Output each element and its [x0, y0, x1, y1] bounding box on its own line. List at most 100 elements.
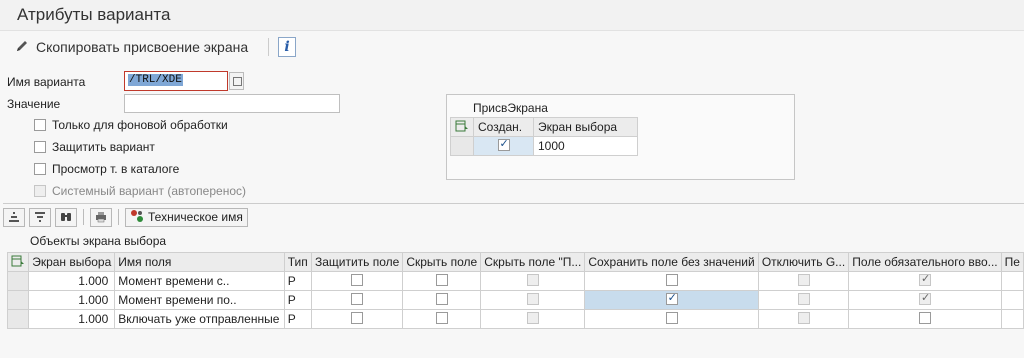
- table-row[interactable]: 1.000 Момент времени по.. P: [6, 290, 1024, 310]
- background-only-label: Только для фоновой обработки: [52, 118, 228, 132]
- catalog-view-option[interactable]: Просмотр т. в каталоге: [34, 162, 179, 176]
- copy-screen-assignment-button[interactable]: Скопировать присвоение экрана: [14, 37, 248, 57]
- variant-name-input[interactable]: /TRL/XDE: [124, 71, 228, 91]
- application-toolbar: Скопировать присвоение экрана i: [0, 32, 1024, 62]
- required-field-cell: [848, 290, 1002, 310]
- protect-variant-option[interactable]: Защитить вариант: [34, 140, 155, 154]
- selection-screen-cell[interactable]: 1.000: [28, 290, 116, 310]
- selection-screen-cell[interactable]: 1.000: [28, 309, 116, 329]
- variant-name-value: /TRL/XDE: [128, 74, 183, 86]
- variant-name-label: Имя варианта: [7, 75, 86, 89]
- value-input[interactable]: [124, 94, 340, 113]
- page-title: Атрибуты варианта: [17, 5, 171, 24]
- save-without-values-checkbox[interactable]: [665, 311, 678, 324]
- hide-field-cell[interactable]: [402, 271, 482, 291]
- created-checkbox[interactable]: [497, 137, 510, 151]
- truncated-cell: [1000, 309, 1024, 329]
- system-variant-option: Системный вариант (автоперенос): [34, 184, 246, 198]
- background-only-checkbox[interactable]: [34, 119, 46, 131]
- protect-field-cell[interactable]: [310, 271, 404, 291]
- hide-field-cell[interactable]: [402, 309, 482, 329]
- truncated-cell: [1000, 290, 1024, 310]
- row-selector[interactable]: [6, 290, 30, 310]
- copy-screen-assignment-label: Скопировать присвоение экрана: [36, 39, 249, 55]
- column-header-disable-g[interactable]: Отключить G...: [757, 252, 850, 272]
- truncated-cell: [1000, 271, 1024, 291]
- required-field-cell[interactable]: [848, 309, 1002, 329]
- selection-objects-table: Экран выбора Имя поля Тип Защитить поле …: [6, 252, 1024, 329]
- grid-toolbar-separator: [118, 209, 119, 225]
- protect-field-checkbox[interactable]: [351, 311, 364, 324]
- print-icon[interactable]: [90, 207, 112, 227]
- value-help-icon[interactable]: [229, 72, 244, 90]
- save-without-values-checkbox[interactable]: [665, 292, 678, 305]
- save-without-values-checkbox[interactable]: [665, 273, 678, 286]
- disable-g-checkbox: [797, 292, 810, 305]
- type-cell[interactable]: P: [283, 290, 312, 310]
- hide-field-p-checkbox: [526, 311, 539, 324]
- disable-g-cell: [757, 309, 850, 329]
- column-header-selection-screen[interactable]: Экран выбора: [28, 252, 116, 272]
- find-icon[interactable]: [55, 207, 77, 227]
- technical-name-button[interactable]: Техническое имя: [125, 207, 248, 227]
- column-header-hide-field-p[interactable]: Скрыть поле "П...: [480, 252, 586, 272]
- created-column-header[interactable]: Создан.: [473, 117, 534, 137]
- selection-screen-cell[interactable]: 1.000: [28, 271, 116, 291]
- hide-field-p-checkbox: [526, 273, 539, 286]
- required-field-cell: [848, 271, 1002, 291]
- protect-variant-checkbox[interactable]: [34, 141, 46, 153]
- created-cell[interactable]: [473, 136, 534, 156]
- hide-field-checkbox[interactable]: [435, 273, 448, 286]
- pencil-icon: [14, 38, 30, 57]
- disable-g-checkbox: [797, 273, 810, 286]
- row-selector[interactable]: [450, 136, 474, 156]
- table-row[interactable]: 1.000 Момент времени с.. P: [6, 271, 1024, 291]
- protect-field-cell[interactable]: [310, 309, 404, 329]
- system-variant-label: Системный вариант (автоперенос): [52, 184, 246, 198]
- screen-assignment-caption: ПрисвЭкрана: [473, 101, 548, 115]
- disable-g-checkbox: [797, 311, 810, 324]
- save-without-values-cell[interactable]: [584, 271, 759, 291]
- sort-descending-icon[interactable]: [29, 207, 51, 227]
- technical-name-icon: [130, 209, 144, 226]
- field-name-cell[interactable]: Момент времени по..: [114, 290, 285, 310]
- screen-assignment-panel: ПрисвЭкрана Создан. Экран выбора 1000: [446, 94, 795, 180]
- table-settings-icon[interactable]: [6, 252, 30, 272]
- selection-screen-column-header[interactable]: Экран выбора: [533, 117, 638, 137]
- table-row[interactable]: 1.000 Включать уже отправленные P: [6, 309, 1024, 329]
- selection-objects-caption: Объекты экрана выбора: [30, 234, 167, 248]
- technical-name-label: Техническое имя: [148, 210, 243, 224]
- type-cell[interactable]: P: [283, 271, 312, 291]
- catalog-view-label: Просмотр т. в каталоге: [52, 162, 180, 176]
- required-field-checkbox: [918, 273, 931, 286]
- protect-field-checkbox[interactable]: [351, 273, 364, 286]
- catalog-view-checkbox[interactable]: [34, 163, 46, 175]
- selection-screen-cell[interactable]: 1000: [533, 136, 638, 156]
- hide-field-cell[interactable]: [402, 290, 482, 310]
- info-icon[interactable]: i: [278, 37, 296, 57]
- row-selector[interactable]: [6, 309, 30, 329]
- protect-field-cell[interactable]: [310, 290, 404, 310]
- row-selector[interactable]: [6, 271, 30, 291]
- type-cell[interactable]: P: [283, 309, 312, 329]
- grid-toolbar: Техническое имя: [3, 207, 248, 227]
- background-only-option[interactable]: Только для фоновой обработки: [34, 118, 228, 132]
- column-header-type[interactable]: Тип: [283, 252, 312, 272]
- hide-field-checkbox[interactable]: [435, 292, 448, 305]
- save-without-values-cell[interactable]: [584, 290, 759, 310]
- protect-field-checkbox[interactable]: [351, 292, 364, 305]
- save-without-values-cell[interactable]: [584, 309, 759, 329]
- column-header-save-without-values[interactable]: Сохранить поле без значений: [584, 252, 759, 272]
- column-header-protect-field[interactable]: Защитить поле: [310, 252, 404, 272]
- table-settings-icon[interactable]: [450, 117, 474, 137]
- title-bar: Атрибуты варианта: [0, 0, 1024, 31]
- field-name-cell[interactable]: Момент времени с..: [114, 271, 285, 291]
- column-header-field-name[interactable]: Имя поля: [114, 252, 285, 272]
- column-header-hide-field[interactable]: Скрыть поле: [402, 252, 482, 272]
- sort-ascending-icon[interactable]: [3, 207, 25, 227]
- field-name-cell[interactable]: Включать уже отправленные: [114, 309, 285, 329]
- column-header-required-field[interactable]: Поле обязательного вво...: [848, 252, 1002, 272]
- hide-field-checkbox[interactable]: [435, 311, 448, 324]
- required-field-checkbox[interactable]: [918, 311, 931, 324]
- column-header-truncated[interactable]: Пе: [1000, 252, 1024, 272]
